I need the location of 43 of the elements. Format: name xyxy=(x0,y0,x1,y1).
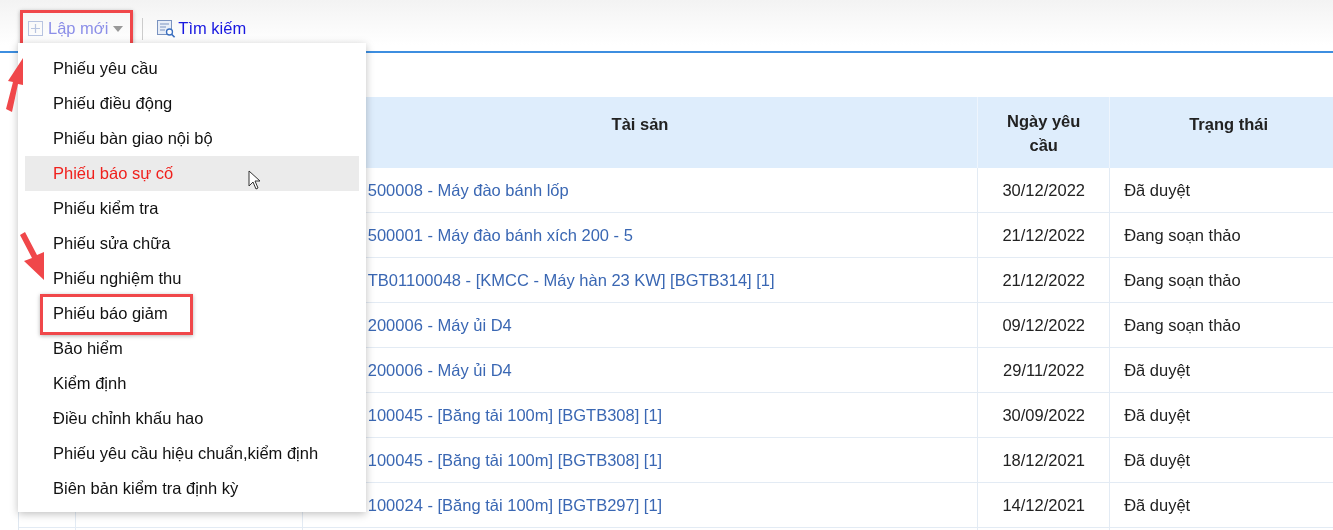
menu-item[interactable]: Phiếu nghiệm thu xyxy=(25,261,359,296)
table-cell: 14/12/2021 xyxy=(1002,495,1085,515)
column-header[interactable]: Ngày yêu cầu xyxy=(978,97,1111,168)
plus-icon xyxy=(28,21,43,36)
asset-link[interactable]: 500001 - Máy đào bánh xích 200 - 5 xyxy=(367,225,633,245)
caret-icon xyxy=(113,25,124,32)
table-cell: Đã duyệt xyxy=(1124,360,1191,380)
table-cell: 30/09/2022 xyxy=(1002,405,1085,425)
asset-link[interactable]: TB01100048 - [KMCC - Máy hàn 23 KW] [BGTB314] [1] xyxy=(367,270,775,290)
table-cell: 21/12/2022 xyxy=(1002,225,1085,245)
menu-item[interactable]: Phiếu sửa chữa xyxy=(25,226,359,261)
table-cell: 30/12/2022 xyxy=(1002,180,1085,200)
asset-link[interactable]: 100045 - [Băng tải 100m] [BGTB308] [1] xyxy=(367,450,663,470)
table-cell: Đang soạn thảo xyxy=(1124,315,1241,335)
column-header[interactable]: Trạng thái xyxy=(1110,97,1333,168)
asset-link[interactable]: 100024 - [Băng tải 100m] [BGTB297] [1] xyxy=(367,495,663,515)
search-icon xyxy=(157,19,177,38)
asset-link[interactable]: 500008 - Máy đào bánh lốp xyxy=(367,180,569,200)
asset-link[interactable]: 200006 - Máy ủi D4 xyxy=(367,315,512,335)
table-cell: 29/11/2022 xyxy=(1003,360,1085,380)
menu-item[interactable]: Kiểm định xyxy=(25,366,359,401)
menu-item[interactable]: Bảo hiểm xyxy=(25,331,359,366)
search-button[interactable]: Tìm kiếm xyxy=(157,19,247,38)
table-cell: Đã duyệt xyxy=(1124,405,1191,425)
arrow-drawing xyxy=(5,57,24,113)
asset-link[interactable]: 100045 - [Băng tải 100m] [BGTB308] [1] xyxy=(367,405,663,425)
table-cell: Đã duyệt xyxy=(1124,180,1191,200)
menu-item[interactable]: Phiếu báo sự cố xyxy=(25,156,359,191)
menu-item[interactable]: Phiếu yêu cầu xyxy=(25,51,359,86)
menu-item[interactable]: Điều chỉnh khấu hao xyxy=(25,401,359,436)
table-cell: Đã duyệt xyxy=(1124,450,1191,470)
menu-item[interactable]: Phiếu báo giảm xyxy=(25,296,359,331)
table-cell: Đang soạn thảo xyxy=(1124,225,1241,245)
table-cell: 21/12/2022 xyxy=(1002,270,1085,290)
asset-link[interactable]: 200006 - Máy ủi D4 xyxy=(367,360,512,380)
cursor-icon xyxy=(248,170,262,190)
menu-item[interactable]: Phiếu yêu cầu hiệu chuẩn,kiểm định xyxy=(25,436,359,471)
table-cell: Đang soạn thảo xyxy=(1124,270,1241,290)
menu-item[interactable]: Phiếu kiểm tra xyxy=(25,191,359,226)
menu-item[interactable]: Biên bản kiểm tra định kỳ xyxy=(25,471,359,506)
table-cell: 09/12/2022 xyxy=(1002,315,1085,335)
table-cell: Đã duyệt xyxy=(1124,495,1191,515)
table-cell: 18/12/2021 xyxy=(1002,450,1085,470)
